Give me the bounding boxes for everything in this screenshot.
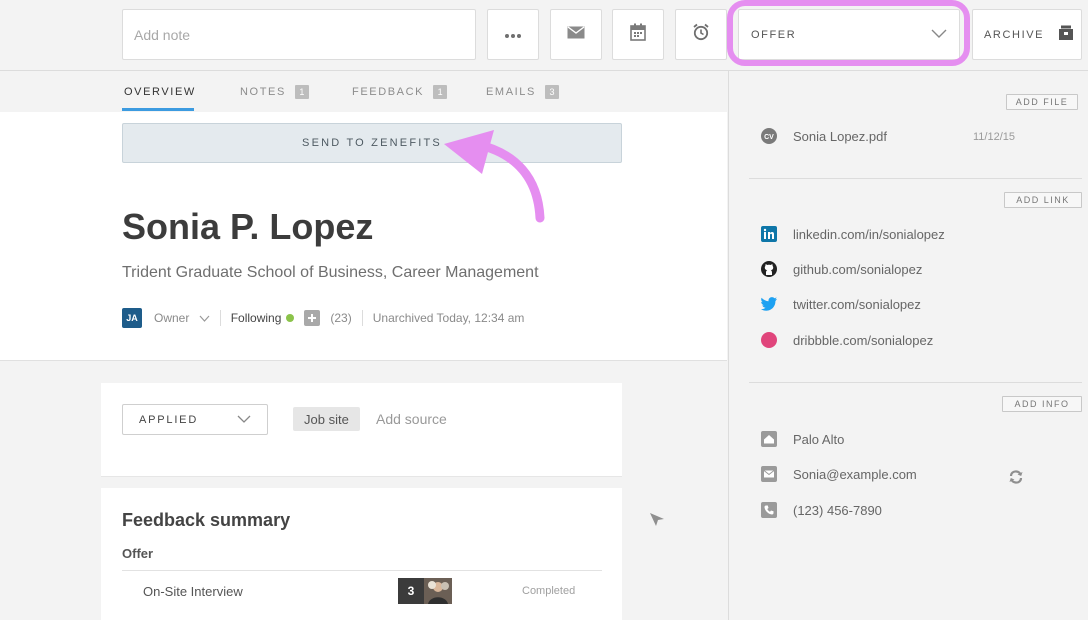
svg-text:CV: CV: [764, 134, 774, 141]
cursor-arrow-icon: [650, 513, 664, 526]
tab-label: FEEDBACK: [352, 85, 425, 98]
add-source-input[interactable]: Add source: [376, 407, 447, 431]
feedback-stage-label: Offer: [122, 546, 154, 561]
contact-sidebar: ADD FILE CV Sonia Lopez.pdf 11/12/15 ADD…: [728, 71, 1088, 620]
follower-count: (23): [330, 311, 352, 325]
dribbble-url: dribbble.com/sonialopez: [793, 332, 934, 348]
tab-label: NOTES: [240, 85, 286, 98]
cv-icon: CV: [761, 128, 777, 144]
source-card: APPLIED Job site Add source: [101, 383, 622, 477]
file-date: 11/12/15: [973, 131, 1016, 143]
email-icon: [761, 466, 777, 482]
sync-icon[interactable]: [1008, 469, 1024, 485]
feedback-summary-card: Feedback summary Offer On-Site Interview…: [101, 488, 622, 620]
home-icon: [761, 431, 777, 447]
source-tag[interactable]: Job site: [293, 407, 360, 431]
origin-select[interactable]: APPLIED: [122, 404, 268, 435]
github-icon: [761, 261, 777, 277]
tab-feedback[interactable]: FEEDBACK 1: [352, 71, 448, 112]
chevron-down-icon: [199, 311, 210, 325]
location-item: Palo Alto: [761, 429, 844, 449]
add-file-button[interactable]: ADD FILE: [1006, 94, 1078, 110]
reminder-button[interactable]: [675, 9, 727, 60]
profile-tabs: OVERVIEW NOTES 1 FEEDBACK 1 EMAILS 3: [0, 71, 727, 113]
candidate-profile: SEND TO ZENEFITS Sonia P. Lopez Trident …: [0, 112, 727, 361]
twitter-icon: [761, 296, 777, 312]
stage-highlight-annotation: [727, 0, 970, 66]
email-button[interactable]: [550, 9, 602, 60]
emails-count-badge: 3: [544, 84, 559, 99]
add-link-button[interactable]: ADD LINK: [1004, 192, 1082, 208]
tab-notes[interactable]: NOTES 1: [240, 71, 309, 112]
github-link[interactable]: github.com/sonialopez: [761, 259, 922, 279]
pointer-arrow-annotation: [444, 130, 545, 223]
tab-label: OVERVIEW: [124, 85, 196, 98]
alarm-clock-icon: [692, 23, 710, 46]
divider: [122, 570, 602, 571]
interview-status: Completed: [522, 585, 576, 597]
schedule-button[interactable]: [612, 9, 664, 60]
linkedin-icon: [761, 226, 777, 242]
file-name: Sonia Lopez.pdf: [793, 128, 887, 144]
feedback-title: Feedback summary: [122, 510, 291, 530]
owner-avatar[interactable]: JA: [122, 308, 142, 328]
archive-status: Unarchived Today, 12:34 am: [372, 311, 525, 325]
email-text: Sonia@example.com: [793, 466, 917, 482]
linkedin-url: linkedin.com/in/sonialopez: [793, 226, 945, 242]
archive-button[interactable]: ARCHIVE: [972, 9, 1082, 60]
add-info-button[interactable]: ADD INFO: [1002, 396, 1082, 412]
plus-icon: [308, 314, 317, 322]
dribbble-link[interactable]: dribbble.com/sonialopez: [761, 330, 933, 350]
owner-dropdown[interactable]: Owner: [154, 311, 210, 325]
following-status-dot: [286, 314, 295, 322]
divider: [219, 310, 221, 326]
ellipsis-icon: [504, 26, 522, 44]
tab-emails[interactable]: EMAILS 3: [486, 71, 559, 112]
dribbble-icon: [761, 332, 777, 348]
calendar-icon: [630, 23, 646, 46]
interviewer-count: 3: [398, 578, 424, 604]
archive-label: ARCHIVE: [984, 28, 1045, 41]
more-options-button[interactable]: [487, 9, 539, 60]
feedback-count-badge: 1: [433, 84, 448, 99]
linkedin-link[interactable]: linkedin.com/in/sonialopez: [761, 224, 945, 244]
candidate-name: Sonia P. Lopez: [122, 206, 374, 247]
add-follower-button[interactable]: [304, 310, 321, 326]
tab-overview[interactable]: OVERVIEW: [124, 71, 196, 112]
resume-file-item[interactable]: CV Sonia Lopez.pdf: [761, 126, 887, 146]
twitter-link[interactable]: twitter.com/sonialopez: [761, 294, 921, 314]
twitter-url: twitter.com/sonialopez: [793, 296, 921, 312]
following-toggle[interactable]: Following: [231, 311, 282, 325]
active-tab-indicator: [122, 108, 194, 111]
send-label: SEND TO ZENEFITS: [302, 137, 442, 149]
phone-icon: [761, 502, 777, 518]
notes-count-badge: 1: [294, 84, 309, 99]
archive-box-icon: [1058, 25, 1074, 44]
email-item[interactable]: Sonia@example.com: [761, 464, 917, 484]
origin-label: APPLIED: [139, 413, 199, 426]
envelope-icon: [567, 25, 585, 44]
phone-text: (123) 456-7890: [793, 502, 882, 518]
interviewer-avatar: [424, 578, 452, 604]
location-text: Palo Alto: [793, 431, 845, 447]
tab-label: EMAILS: [486, 85, 536, 98]
add-note-input[interactable]: [122, 9, 476, 60]
interview-label[interactable]: On-Site Interview: [143, 584, 243, 599]
divider: [361, 310, 363, 326]
top-toolbar: OFFER ARCHIVE: [0, 0, 1088, 71]
divider: [749, 382, 1082, 383]
divider: [749, 178, 1082, 179]
chevron-down-icon: [237, 414, 251, 426]
github-url: github.com/sonialopez: [793, 261, 923, 277]
phone-item[interactable]: (123) 456-7890: [761, 500, 882, 520]
candidate-headline: Trident Graduate School of Business, Car…: [122, 264, 539, 281]
candidate-meta: JA Owner Following (23) Unarchived Today…: [122, 308, 524, 328]
